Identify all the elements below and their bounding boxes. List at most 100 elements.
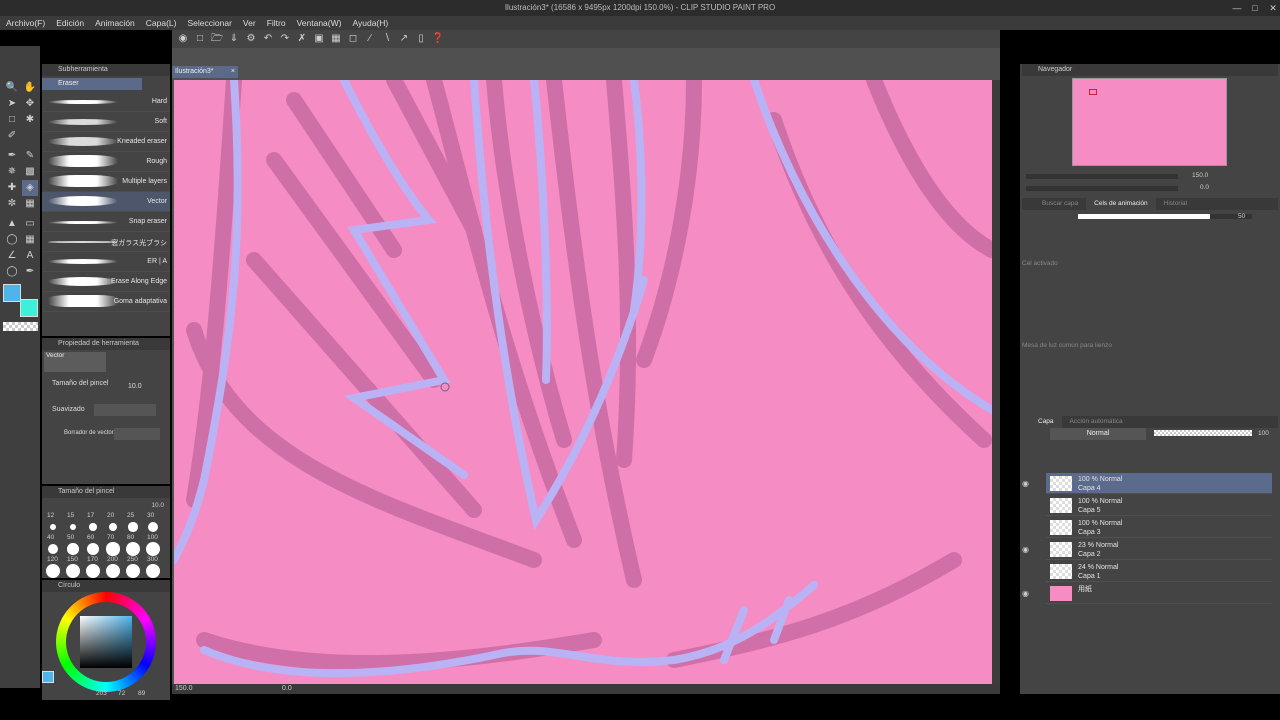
brush-item-goma-adaptativa[interactable]: Goma adaptativa [42,292,170,312]
eye-hidden-icon[interactable] [1022,501,1032,511]
document-tab[interactable]: Ilustración3* × [172,66,238,78]
canvas-vertical-scrollbar[interactable] [992,80,1000,684]
transform-icon[interactable]: ▦ [329,32,343,46]
color-panel-main-swatch[interactable] [42,671,54,683]
brush-size-option[interactable] [126,542,140,556]
text-tool-icon[interactable]: A [22,248,38,264]
decoration-tool-icon[interactable]: ✚ [4,180,20,196]
snap-ruler-icon[interactable]: ∕ [363,32,377,46]
brush-size-option[interactable] [106,564,120,578]
navigator-rotation-value[interactable]: 0.0 [1200,184,1209,191]
ellipse-tool-icon[interactable]: ◯ [4,232,20,248]
main-color-swatch[interactable] [3,284,21,302]
tab-cels-animacion[interactable]: Cels de animación [1086,198,1156,210]
eye-icon[interactable]: ◉ [1022,589,1032,599]
menu-ayuda[interactable]: Ayuda(H) [352,18,388,28]
selection-tool-icon[interactable]: □ [4,112,20,128]
vector-eraser-mode-selector[interactable] [114,428,160,440]
blend-mode-select[interactable]: Normal [1050,428,1146,440]
brush-item-glass-light[interactable]: 窓ガラス光ブラシ [42,232,170,252]
ruler-icon[interactable]: ▯ [414,32,428,46]
redo-icon[interactable]: ↷ [278,32,292,46]
brush-item-multiple-layers[interactable]: Multiple layers [42,172,170,192]
tab-buscar-capa[interactable]: Buscar capa [1022,198,1086,210]
eye-hidden-icon[interactable] [1022,567,1032,577]
smoothing-selector[interactable] [94,404,156,416]
brush-size-option[interactable] [67,543,79,555]
menu-seleccionar[interactable]: Seleccionar [188,18,232,28]
navigator-zoom-value[interactable]: 150.0 [1192,172,1208,179]
brush-size-option[interactable] [66,564,80,578]
open-file-icon[interactable]: 🗁 [210,32,224,46]
brush-item-kneaded-eraser[interactable]: Kneaded eraser [42,132,170,152]
menu-animacion[interactable]: Animación [95,18,135,28]
onion-opacity-value[interactable]: 50 [1238,213,1245,220]
pen-tool-icon[interactable]: ✒ [4,148,20,164]
snap-special-icon[interactable]: ↗ [397,32,411,46]
brush-size-option[interactable] [106,542,120,556]
layer-row[interactable]: 24 % Normal Capa 1 [1046,561,1272,582]
saturation-value-square[interactable] [80,616,132,668]
onion-opacity-slider[interactable] [1078,214,1252,219]
menu-capa[interactable]: Capa(L) [146,18,177,28]
airbrush-tool-icon[interactable]: ▩ [22,164,38,180]
document-tab-close-icon[interactable]: × [231,66,235,78]
tab-historial[interactable]: Historial [1156,198,1195,210]
brush-item-vector[interactable]: Vector [42,192,170,212]
brush-item-snap-eraser[interactable]: Snap eraser [42,212,170,232]
layer-row[interactable]: 100 % Normal Capa 5 [1046,495,1272,516]
brush-size-option[interactable] [50,524,56,530]
eye-icon[interactable]: ◉ [1022,545,1032,555]
menu-ventana[interactable]: Ventana(W) [297,18,342,28]
menu-archivo[interactable]: Archivo(F) [6,18,45,28]
status-zoom[interactable]: 150.0 [175,685,193,692]
brush-item-er-a[interactable]: ER | A [42,252,170,272]
menu-filtro[interactable]: Filtro [267,18,286,28]
navigator-preview[interactable] [1072,78,1227,166]
brush-size-option[interactable] [89,523,97,531]
navigator-rotation-slider[interactable] [1026,186,1178,191]
layer-opacity-slider[interactable] [1154,430,1252,436]
brush-item-hard[interactable]: Hard [42,92,170,112]
brush-size-option[interactable] [146,542,160,556]
balloon-tool-icon[interactable]: ◯ [4,264,20,280]
pencil-tool-icon[interactable]: ✎ [22,148,38,164]
brush-size-option[interactable] [86,564,100,578]
ruler-tool-icon[interactable]: ∠ [4,248,20,264]
frame-tool-icon[interactable]: ▦ [22,232,38,248]
eye-hidden-icon[interactable] [1022,523,1032,533]
sub-color-swatch[interactable] [20,299,38,317]
move-layer-icon[interactable]: ✥ [22,96,38,112]
eyedropper-icon[interactable]: ✐ [4,128,20,144]
clip-studio-icon[interactable]: ◉ [176,32,190,46]
transparent-color-swatch[interactable] [3,322,38,331]
eye-icon[interactable]: ◉ [1022,479,1032,489]
layer-row[interactable]: 100 % Normal Capa 4 [1046,473,1272,494]
correct-line-tool-icon[interactable]: ✒ [22,264,38,280]
sub-tool-group-eraser[interactable]: Eraser [42,78,142,90]
brush-item-soft[interactable]: Soft [42,112,170,132]
brush-size-option[interactable] [126,564,140,578]
fill-tool-icon[interactable]: ▦ [22,196,38,212]
deselect-icon[interactable]: ◻ [346,32,360,46]
undo-icon[interactable]: ↶ [261,32,275,46]
close-icon[interactable]: ✕ [1264,0,1280,16]
maximize-icon[interactable]: □ [1246,0,1264,16]
brush-item-erase-along-edge[interactable]: Erase Along Edge [42,272,170,292]
eraser-tool-icon[interactable]: ◈ [22,180,38,196]
erase-icon[interactable]: ✗ [295,32,309,46]
layer-opacity-value[interactable]: 100 [1258,430,1269,437]
fill-icon[interactable]: ▣ [312,32,326,46]
brush-tool-icon[interactable]: ✵ [4,164,20,180]
drawing-canvas[interactable] [174,80,992,685]
layer-row[interactable]: 100 % Normal Capa 3 [1046,517,1272,538]
tab-accion-automatica[interactable]: Acción automática [1062,416,1131,428]
navigator-zoom-slider[interactable] [1026,174,1178,179]
snap-grid-icon[interactable]: ∖ [380,32,394,46]
menu-ver[interactable]: Ver [243,18,256,28]
brush-size-option[interactable] [148,522,158,532]
operation-tool-icon[interactable]: ➤ [4,96,20,112]
minimize-icon[interactable]: — [1228,0,1246,16]
magic-wand-icon[interactable]: ✱ [22,112,38,128]
gradient-tool-icon[interactable]: ▲ [4,216,20,232]
